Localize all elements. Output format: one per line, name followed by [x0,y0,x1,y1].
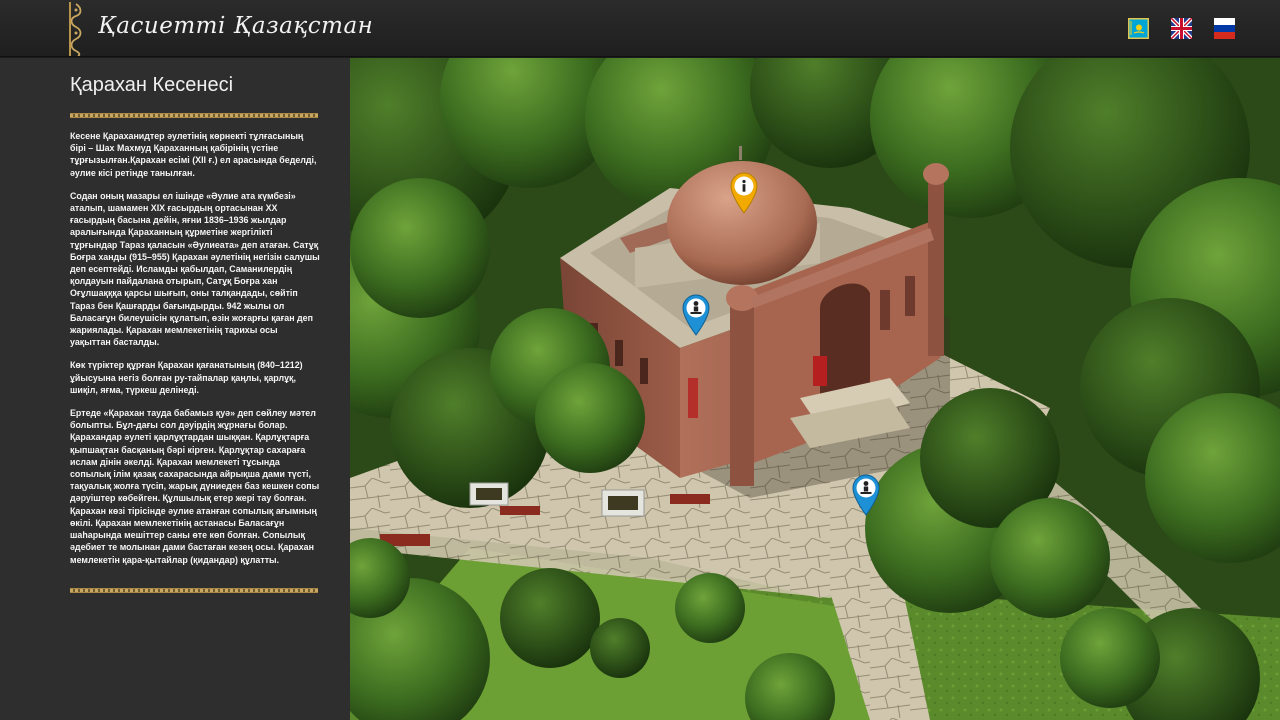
article-paragraph: Кесене Қараханидтер әулетінің көрнекті т… [70,131,317,178]
mausoleum-3d-view[interactable] [350,58,1280,720]
top-header: Қасиетті Қазақстан [0,0,1280,57]
article-paragraph: Ертеде «Қарахан тауда бабамыз қуә» деп с… [70,408,320,565]
page-title: Қарахан Кесенесі [70,74,234,96]
person-pin-path[interactable] [852,474,880,516]
article-paragraph: Содан оның мазары ел ішінде «Әулие ата к… [70,190,320,348]
uk-flag-icon[interactable] [1171,18,1192,39]
info-icon [742,179,746,192]
mausoleum-scene-illustration [350,58,1280,720]
ornament-divider [70,113,318,118]
ornament-logo-icon [68,2,84,57]
info-pin[interactable] [730,172,758,214]
article-text: Кесене Қараханидтер әулетінің көрнекті т… [70,130,320,577]
site-logo-text[interactable]: Қасиетті Қазақстан [98,13,373,39]
ornament-divider [70,588,318,593]
info-sidebar: Қарахан Кесенесі Кесене Қараханидтер әул… [0,58,350,720]
person-pin-roof[interactable] [682,294,710,336]
russia-flag-icon[interactable] [1214,18,1235,39]
article-paragraph: Көк түріктер құрған Қарахан қағанатының … [70,360,303,395]
kazakhstan-flag-icon[interactable] [1128,18,1149,39]
